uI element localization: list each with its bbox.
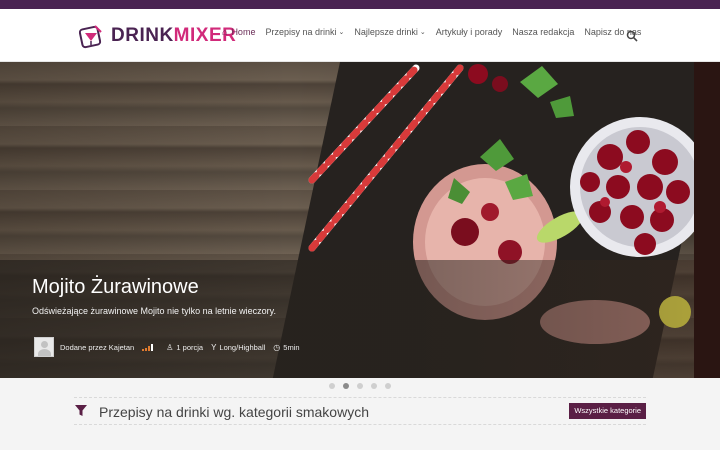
glass-label: Long/Highball (219, 342, 266, 352)
hero-title[interactable]: Mojito Żurawinowe (32, 276, 199, 299)
difficulty-bars-icon (142, 343, 154, 351)
nav-item-label: Najlepsze drinki (354, 27, 418, 37)
carousel-dot[interactable] (385, 383, 391, 389)
section-title: Przepisy na drinki wg. kategorii smakowy… (99, 404, 369, 420)
hero-slider[interactable]: Mojito Żurawinowe Odświeżające żurawinow… (0, 62, 720, 378)
author-info: Dodane przez Kajetan (60, 343, 134, 352)
site-header: DRINKMIXER ⌂ Home Przepisy na drinki ⌄ N… (0, 9, 720, 62)
people-icon: ♙ (166, 342, 174, 352)
nav-item-home[interactable]: ⌂ Home (222, 27, 255, 37)
cocktail-logo-icon (78, 25, 102, 49)
carousel-dots (0, 383, 720, 389)
servings-label: 1 porcja (176, 342, 204, 352)
carousel-dot[interactable] (357, 383, 363, 389)
difficulty-indicator (142, 343, 158, 351)
hero-meta: Dodane przez Kajetan ♙ 1 porcja Y Long/H… (34, 337, 308, 357)
hero-side-panel (694, 62, 720, 378)
carousel-dot[interactable] (329, 383, 335, 389)
nav-item-editorial[interactable]: Nasza redakcja (512, 27, 574, 37)
nav-item-articles[interactable]: Artykuły i porady (436, 27, 503, 37)
nav-item-recipes[interactable]: Przepisy na drinki ⌄ (265, 27, 344, 37)
servings-info: ♙ 1 porcja (166, 343, 203, 352)
author-label: Dodane przez Kajetan (60, 342, 135, 352)
site-logo[interactable]: DRINKMIXER (78, 21, 236, 51)
nav-item-label: Nasza redakcja (512, 27, 575, 37)
nav-item-label: Artykuły i porady (435, 27, 503, 37)
filter-icon (75, 405, 87, 416)
avatar (34, 337, 54, 357)
nav-item-label: Przepisy na drinki (265, 27, 337, 37)
carousel-dot-active[interactable] (343, 383, 349, 389)
clock-icon: ◷ (273, 342, 281, 352)
chevron-down-icon: ⌄ (338, 29, 345, 36)
chevron-down-icon: ⌄ (419, 29, 426, 36)
top-accent-bar (0, 0, 720, 9)
time-label: 5min (283, 342, 300, 352)
time-info: ◷ 5min (273, 343, 299, 352)
nav-item-label: Home (231, 27, 256, 37)
search-icon[interactable] (626, 30, 638, 42)
glass-info: Y Long/Highball (211, 343, 265, 352)
logo-text: DRINKMIXER (111, 25, 237, 46)
hero-description: Odświeżające żurawinowe Mojito nie tylko… (32, 306, 276, 316)
home-icon: ⌂ (222, 27, 228, 37)
main-nav: ⌂ Home Przepisy na drinki ⌄ Najlepsze dr… (222, 27, 651, 37)
carousel-dot[interactable] (371, 383, 377, 389)
category-section-header: Przepisy na drinki wg. kategorii smakowy… (74, 397, 646, 425)
nav-item-best-drinks[interactable]: Najlepsze drinki ⌄ (354, 27, 425, 37)
all-categories-button[interactable]: Wszystkie kategorie (569, 403, 646, 419)
glass-icon: Y (211, 342, 217, 352)
